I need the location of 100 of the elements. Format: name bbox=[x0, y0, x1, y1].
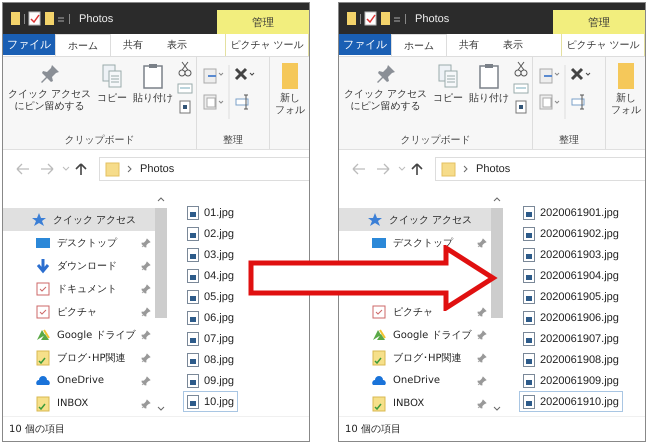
file-item[interactable]: 06.jpg bbox=[183, 307, 238, 328]
file-item[interactable]: 10.jpg bbox=[183, 391, 238, 412]
ribbon-tab[interactable]: ホーム bbox=[391, 34, 447, 56]
navigation-item[interactable]: デスクトップ bbox=[3, 231, 156, 254]
image-file-icon bbox=[187, 290, 199, 304]
document-icon bbox=[35, 280, 51, 296]
quick-access-toolbar-icon[interactable] bbox=[11, 10, 71, 26]
navigation-item[interactable]: ピクチャ bbox=[3, 300, 156, 323]
folder-icon bbox=[371, 396, 387, 412]
ribbon-tab[interactable]: 共有 bbox=[447, 34, 491, 56]
copy-button[interactable]: コピー bbox=[431, 61, 466, 106]
image-file-icon bbox=[187, 268, 199, 282]
ribbon-tab[interactable]: 表示 bbox=[491, 34, 535, 56]
ribbon-group-label: 整理 bbox=[559, 134, 580, 147]
clipboard-icon bbox=[478, 63, 500, 89]
image-file-icon bbox=[187, 248, 199, 262]
navigation-item[interactable]: ダウンロード bbox=[3, 254, 156, 277]
new-folder-button[interactable]: 新し フォル bbox=[273, 61, 306, 118]
image-file-icon bbox=[187, 310, 199, 324]
ribbon-tab[interactable]: ピクチャ ツール bbox=[225, 34, 309, 56]
navigation-item[interactable]: ブログ･HP関連 bbox=[3, 346, 156, 369]
navigation-item[interactable]: ドキュメント bbox=[3, 277, 156, 300]
image-file-icon bbox=[187, 206, 199, 220]
file-item[interactable]: 2020061910.jpg bbox=[519, 391, 623, 412]
file-item[interactable]: 2020061905.jpg bbox=[519, 286, 623, 307]
navigation-item[interactable]: OneDrive bbox=[339, 369, 492, 392]
navigation-item[interactable]: INBOX bbox=[3, 392, 156, 415]
paste-button[interactable]: 貼り付け bbox=[467, 61, 512, 106]
file-item[interactable]: 2020061907.jpg bbox=[519, 328, 623, 349]
image-file-icon bbox=[523, 226, 535, 240]
chevron-right-icon bbox=[126, 165, 134, 173]
quick-access-toolbar-icon[interactable] bbox=[347, 10, 407, 26]
file-item[interactable]: 2020061908.jpg bbox=[519, 349, 623, 370]
file-item[interactable]: 05.jpg bbox=[183, 286, 238, 307]
file-item[interactable]: 2020061906.jpg bbox=[519, 307, 623, 328]
navigation-item[interactable]: クイック アクセス bbox=[339, 208, 492, 231]
navigation-item[interactable]: Google ドライブ bbox=[339, 323, 492, 346]
paste-button[interactable]: 貼り付け bbox=[131, 61, 176, 106]
copy-button[interactable]: コピー bbox=[95, 61, 130, 106]
caret-up-icon[interactable] bbox=[493, 196, 502, 202]
file-item[interactable]: 01.jpg bbox=[183, 202, 238, 223]
clipboard-icon bbox=[142, 63, 164, 89]
drive-icon bbox=[371, 326, 387, 342]
status-bar-text: 10 個の項目 bbox=[3, 416, 309, 441]
pushpin-icon bbox=[38, 63, 61, 85]
address-bar[interactable]: Photos bbox=[99, 157, 309, 181]
pin-to-quick-access-button[interactable]: クイック アクセス にピン留めする bbox=[342, 61, 430, 114]
image-file-icon bbox=[523, 394, 535, 408]
image-file-icon bbox=[187, 374, 199, 388]
caret-up-icon[interactable] bbox=[157, 196, 166, 202]
address-bar[interactable]: Photos bbox=[435, 157, 645, 181]
navigation-item[interactable]: ピクチャ bbox=[339, 300, 492, 323]
image-file-icon bbox=[523, 290, 535, 304]
image-file-icon bbox=[523, 248, 535, 262]
ribbon-tab[interactable]: 共有 bbox=[111, 34, 155, 56]
window-title: Photos bbox=[79, 12, 114, 24]
file-item[interactable]: 2020061903.jpg bbox=[519, 244, 623, 265]
copy-icon bbox=[437, 63, 460, 89]
ribbon-tab[interactable]: ピクチャ ツール bbox=[561, 34, 645, 56]
navigation-item[interactable]: OneDrive bbox=[3, 369, 156, 392]
file-item[interactable]: 2020061902.jpg bbox=[519, 223, 623, 244]
ribbon-tab[interactable]: ファイル bbox=[3, 34, 55, 55]
file-item[interactable]: 08.jpg bbox=[183, 349, 238, 370]
folder-icon bbox=[440, 161, 456, 177]
file-item[interactable]: 2020061901.jpg bbox=[519, 202, 623, 223]
navigation-item[interactable]: INBOX bbox=[339, 392, 492, 415]
pushpin-icon bbox=[374, 63, 397, 85]
new-folder-button[interactable]: 新し フォル bbox=[609, 61, 642, 118]
navigation-item[interactable]: Google ドライブ bbox=[3, 323, 156, 346]
ribbon-tab[interactable]: 表示 bbox=[155, 34, 199, 56]
copy-icon bbox=[101, 63, 124, 89]
navigation-item[interactable]: ブログ･HP関連 bbox=[339, 346, 492, 369]
ribbon-tab[interactable]: ファイル bbox=[339, 34, 391, 55]
folder-icon bbox=[35, 396, 51, 412]
caret-down-icon[interactable] bbox=[493, 406, 502, 412]
star-icon bbox=[31, 212, 47, 228]
ribbon-tab[interactable]: ホーム bbox=[55, 34, 111, 56]
file-item[interactable]: 04.jpg bbox=[183, 265, 238, 286]
navigation-item[interactable]: クイック アクセス bbox=[3, 208, 156, 231]
file-item[interactable]: 03.jpg bbox=[183, 244, 238, 265]
picture-icon bbox=[371, 304, 387, 320]
chevron-right-icon bbox=[462, 165, 470, 173]
folder-icon bbox=[371, 350, 387, 366]
pin-to-quick-access-button[interactable]: クイック アクセス にピン留めする bbox=[6, 61, 94, 114]
image-file-icon bbox=[187, 332, 199, 346]
picture-icon bbox=[35, 304, 51, 320]
file-item[interactable]: 02.jpg bbox=[183, 223, 238, 244]
window-title: Photos bbox=[415, 12, 450, 24]
file-item[interactable]: 07.jpg bbox=[183, 328, 238, 349]
caret-down-icon[interactable] bbox=[157, 406, 166, 412]
ribbon-group-label: 整理 bbox=[223, 134, 244, 147]
image-file-icon bbox=[187, 352, 199, 366]
file-item[interactable]: 2020061909.jpg bbox=[519, 370, 623, 391]
file-item[interactable]: 2020061904.jpg bbox=[519, 265, 623, 286]
ribbon-group-label: クリップボード bbox=[64, 134, 135, 147]
down-arrow-icon bbox=[35, 258, 51, 274]
image-file-icon bbox=[523, 310, 535, 324]
image-file-icon bbox=[523, 268, 535, 282]
image-file-icon bbox=[523, 374, 535, 388]
file-item[interactable]: 09.jpg bbox=[183, 370, 238, 391]
